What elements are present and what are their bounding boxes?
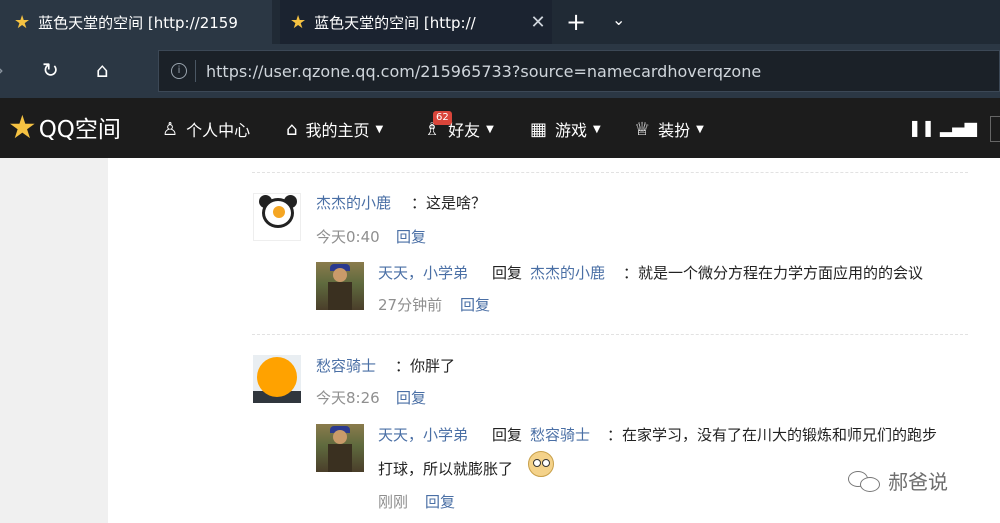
reply-target[interactable]: 愁容骑士 [530,424,590,445]
pause-icon[interactable]: ❚❚ [908,118,935,137]
caret-icon: ▼ [696,123,704,135]
left-sidebar [0,158,108,523]
reply-text: ：在家学习，没有了在川大的锻炼和师兄们的跑步 [607,426,938,444]
caret-icon: ▼ [593,123,601,135]
chat-bubble-icon [848,469,882,493]
nav-personal-center[interactable]: ♙ 个人中心 [162,117,250,141]
comment-time: 今天0:40 [316,228,380,246]
star-icon: ★ [290,11,307,33]
info-icon[interactable]: i [171,63,187,79]
nav-label: 个人中心 [186,121,251,140]
shirt-icon: ♕ [634,118,651,140]
home-icon[interactable]: ⌂ [96,58,109,82]
qzone-logo[interactable]: ★ QQ空间 [8,110,121,144]
reply-time: 27分钟前 [378,296,443,314]
avatar[interactable] [253,355,301,403]
nav-games[interactable]: ▦ 游戏 ▼ [530,117,601,141]
comment-author[interactable]: 愁容骑士 [316,355,376,376]
reply-verb: 回复 [492,426,523,444]
divider [252,172,968,173]
divider [195,60,196,82]
comment-text: ：这是啥？ [411,194,487,212]
grid-icon: ▦ [530,118,548,140]
nav-my-home[interactable]: ⌂ 我的主页 ▼ [286,117,383,141]
sweat-smile-emoji-icon [528,451,554,477]
address-bar: › ↻ ⌂ i https://user.qzone.qq.com/215965… [0,44,1000,98]
reply-button[interactable]: 回复 [396,387,426,408]
nav-label: 好友 [448,121,481,140]
nav-dress-up[interactable]: ♕ 装扮 ▼ [634,117,704,141]
divider [252,334,968,335]
qzone-nav-bar: ★ QQ空间 ♙ 个人中心 ⌂ 我的主页 ▼ ♗ 好友 ▼ ▦ 游戏 ▼ ♕ 装… [0,98,1000,158]
new-tab-button[interactable]: + [566,8,586,36]
comment-author[interactable]: 杰杰的小鹿 [316,192,391,213]
person-icon: ♙ [162,118,179,140]
nav-label: 装扮 [658,121,691,140]
nav-label: 我的主页 [305,121,370,140]
friends-badge: 62 [433,111,452,125]
refresh-icon[interactable]: ↻ [42,58,59,82]
reply-button[interactable]: 回复 [460,294,490,315]
reply-target[interactable]: 杰杰的小鹿 [530,262,605,283]
browser-tab-1[interactable]: ★ 蓝色天堂的空间 [http://2159 [0,0,272,44]
reply-button[interactable]: 回复 [425,491,455,512]
logo-text: QQ空间 [38,117,121,143]
avatar[interactable] [316,424,364,472]
reply-time: 刚刚 [378,493,409,511]
reply-text: ：就是一个微分方程在力学方面应用的的会议 [623,264,924,282]
star-logo-icon: ★ [8,108,37,146]
caret-icon: ▼ [375,123,384,135]
star-icon: ★ [14,11,31,33]
reply-author[interactable]: 天天，小学弟 [378,262,468,283]
avatar[interactable] [253,193,301,241]
comment-time: 今天8:26 [316,389,380,407]
comment-text: ：你胖了 [395,357,456,375]
chevron-down-icon[interactable]: ⌄ [612,10,625,29]
close-icon[interactable]: ✕ [524,12,552,33]
browser-tab-2[interactable]: ★ 蓝色天堂的空间 [http:// ✕ [280,0,552,44]
watermark-text: 郝爸说 [888,470,948,494]
nav-label: 游戏 [555,121,588,140]
reply-author[interactable]: 天天，小学弟 [378,424,468,445]
reply-verb: 回复 [492,264,523,282]
url-field[interactable]: i https://user.qzone.qq.com/215965733?so… [158,50,1000,92]
signal-icon[interactable]: ▂▄▆ [940,118,977,137]
search-box-edge[interactable] [990,116,1000,142]
watermark: 郝爸说 [848,466,948,495]
browser-tab-bar: ★ 蓝色天堂的空间 [http://2159 ★ 蓝色天堂的空间 [http:/… [0,0,1000,44]
caret-icon: ▼ [486,123,494,135]
tab-title: 蓝色天堂的空间 [http://2159 [38,13,238,32]
forward-icon[interactable]: › [0,58,4,82]
avatar[interactable] [316,262,364,310]
reply-text-continued: 打球，所以就膨胀了 [378,460,514,478]
url-text: https://user.qzone.qq.com/215965733?sour… [206,61,762,81]
home-icon: ⌂ [286,118,298,140]
reply-button[interactable]: 回复 [396,226,426,247]
tab-title: 蓝色天堂的空间 [http:// [314,13,476,32]
